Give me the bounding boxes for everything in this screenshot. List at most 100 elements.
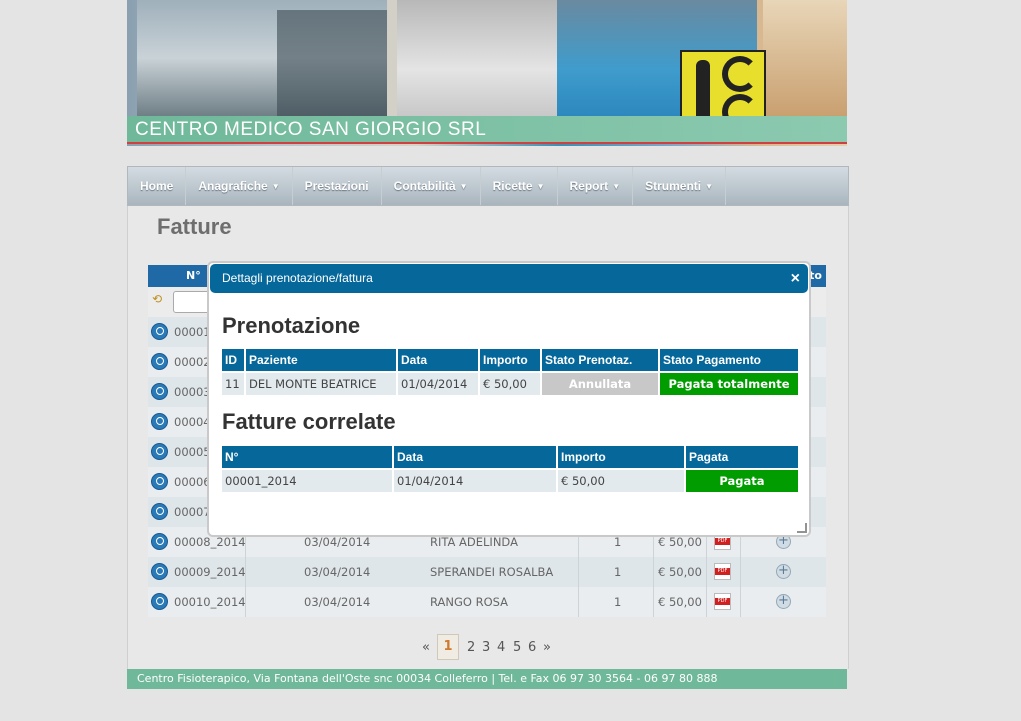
caret-down-icon: ▼ [271, 181, 280, 191]
booking-heading: Prenotazione [222, 313, 361, 338]
cell-divider [578, 587, 579, 617]
banner-title: CENTRO MEDICO SAN GIORGIO SRL [135, 119, 487, 140]
booking-importo: € 50,00 [480, 373, 540, 395]
pager-prev[interactable]: « [422, 640, 430, 655]
caret-down-icon: ▼ [612, 181, 621, 191]
nav-anagrafiche[interactable]: Anagrafiche ▼ [186, 167, 293, 205]
zoom-icon[interactable] [151, 443, 168, 460]
cell-number: 00008_2014 [174, 535, 246, 549]
cell-quantity: 1 [614, 565, 622, 579]
cell-quantity: 1 [614, 595, 622, 609]
nav-prestazioni[interactable]: Prestazioni [293, 167, 382, 205]
pager-page-3[interactable]: 3 [482, 640, 490, 655]
page-title: Fatture [157, 214, 232, 239]
cell-number: 00009_2014 [174, 565, 246, 579]
pager: « 1 2 3 4 5 6 » [418, 634, 598, 660]
col-importo: Importo [480, 349, 540, 371]
booking-data: 01/04/2014 [398, 373, 478, 395]
cell-importo: € 50,00 [658, 595, 702, 609]
header-last[interactable]: to [809, 269, 822, 282]
cell-divider [740, 587, 741, 617]
nav-contabilita[interactable]: Contabilità ▼ [382, 167, 481, 205]
refresh-filter-icon[interactable]: ⟲ [152, 292, 168, 306]
pager-page-5[interactable]: 5 [513, 640, 521, 655]
col-numero: N° [222, 446, 392, 468]
zoom-icon[interactable] [151, 353, 168, 370]
pager-page-4[interactable]: 4 [497, 640, 505, 655]
close-icon[interactable]: × [791, 264, 800, 293]
nav-label: Home [140, 179, 174, 193]
hallway-photo [763, 0, 847, 116]
col-data: Data [394, 446, 556, 468]
invoice-importo: € 50,00 [558, 470, 684, 492]
cell-date: 03/04/2014 [304, 565, 371, 579]
resize-handle-icon[interactable] [797, 523, 807, 533]
col-data: Data [398, 349, 478, 371]
zoom-icon[interactable] [151, 323, 168, 340]
invoice-data: 01/04/2014 [394, 470, 556, 492]
booking-status-badge: Annullata [542, 373, 658, 395]
banner-title-strip: CENTRO MEDICO SAN GIORGIO SRL [127, 116, 847, 144]
dialog-titlebar[interactable]: Dettagli prenotazione/fattura × [210, 264, 808, 293]
nav-label: Strumenti [645, 179, 702, 193]
caret-down-icon: ▼ [536, 181, 545, 191]
cell-paziente: RITA ADELINDA [430, 535, 518, 549]
col-stato-pagamento: Stato Pagamento [660, 349, 798, 371]
table-row[interactable]: 00009_2014 03/04/2014 SPERANDEI ROSALBA 1 € … [148, 557, 826, 587]
nav-label: Anagrafiche [198, 179, 268, 193]
cell-divider [578, 557, 579, 587]
nav-ricette[interactable]: Ricette ▼ [481, 167, 558, 205]
caret-down-icon: ▼ [705, 181, 714, 191]
footer: Centro Fisioterapico, Via Fontana dell'O… [127, 669, 847, 689]
col-id: ID [222, 349, 244, 371]
cell-paziente: SPERANDEI ROSALBA [430, 565, 554, 579]
booking-paziente: DEL MONTE BEATRICE [246, 373, 396, 395]
col-paziente: Paziente [246, 349, 396, 371]
nav-home[interactable]: Home [128, 167, 187, 205]
pager-page-6[interactable]: 6 [528, 640, 536, 655]
invoice-number[interactable]: 00001_2014 [222, 470, 392, 492]
pager-page-2[interactable]: 2 [467, 640, 475, 655]
pdf-icon[interactable] [714, 563, 731, 580]
zoom-icon[interactable] [151, 473, 168, 490]
pager-current[interactable]: 1 [437, 634, 459, 660]
nav-label: Contabilità [393, 179, 456, 193]
cell-importo: € 50,00 [658, 535, 702, 549]
caret-down-icon: ▼ [459, 181, 468, 191]
zoom-icon[interactable] [151, 563, 168, 580]
zoom-icon[interactable] [151, 593, 168, 610]
table-row[interactable]: 00010_2014 03/04/2014 RANGO ROSA 1 € 50,00 + [148, 587, 826, 617]
zoom-icon[interactable] [151, 383, 168, 400]
nav-label: Prestazioni [304, 179, 369, 193]
cell-paziente: RANGO ROSA [430, 595, 509, 609]
cell-date: 03/04/2014 [304, 535, 371, 549]
pager-next[interactable]: » [543, 640, 551, 655]
nav-strumenti[interactable]: Strumenti ▼ [633, 167, 727, 205]
cell-divider [653, 557, 654, 587]
zoom-icon[interactable] [151, 533, 168, 550]
payment-status-badge: Pagata totalmente [660, 373, 798, 395]
cell-divider [245, 587, 246, 617]
add-icon[interactable]: + [776, 594, 791, 609]
col-pagata: Pagata [686, 446, 798, 468]
zoom-icon[interactable] [151, 503, 168, 520]
invoices-heading: Fatture correlate [222, 409, 396, 434]
cell-number: 00010_2014 [174, 595, 246, 609]
main-nav: Home Anagrafiche ▼ Prestazioni Contabilit… [127, 166, 849, 206]
header-number[interactable]: N° [186, 269, 201, 282]
booking-id: 11 [222, 373, 244, 395]
nav-report[interactable]: Report ▼ [558, 167, 634, 205]
building-entrance [277, 10, 387, 116]
cell-divider [706, 587, 707, 617]
pdf-icon[interactable] [714, 593, 731, 610]
zoom-icon[interactable] [151, 413, 168, 430]
add-icon[interactable]: + [776, 564, 791, 579]
col-importo: Importo [558, 446, 684, 468]
cell-divider [740, 557, 741, 587]
nav-label: Ricette [492, 179, 533, 193]
cell-divider [653, 587, 654, 617]
col-stato-prenotazione: Stato Prenotaz. [542, 349, 658, 371]
dialog-title: Dettagli prenotazione/fattura [222, 271, 373, 285]
invoice-paid-badge: Pagata [686, 470, 798, 492]
header-banner: CENTRO MEDICO SAN GIORGIO SRL [127, 0, 847, 146]
